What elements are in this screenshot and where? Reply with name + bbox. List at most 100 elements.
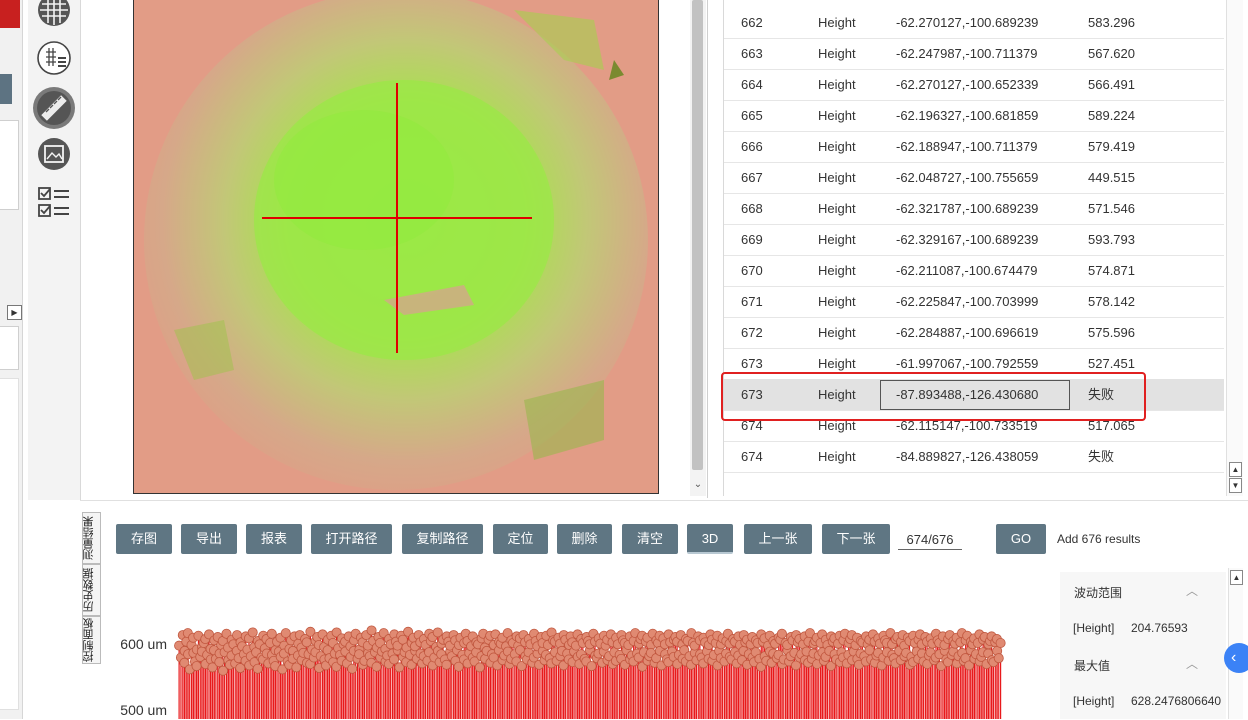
row-value: 593.793 bbox=[1088, 232, 1135, 247]
tab-history-data[interactable]: 历史数据 bbox=[82, 564, 101, 616]
row-coord: -62.188947,-100.711379 bbox=[896, 139, 1038, 154]
table-row[interactable]: 672 Height -62.284887,-100.696619 575.59… bbox=[724, 317, 1224, 349]
table-row[interactable]: 670 Height -62.211087,-100.674479 574.87… bbox=[724, 255, 1224, 287]
row-id: 663 bbox=[741, 46, 763, 61]
app-close-corner[interactable] bbox=[0, 0, 20, 28]
save-image-button[interactable]: 存图 bbox=[116, 524, 172, 554]
export-button[interactable]: 导出 bbox=[181, 524, 237, 554]
checklist-icon[interactable] bbox=[36, 185, 72, 221]
tab-control-panel[interactable]: 控制面板 bbox=[82, 616, 101, 664]
chart-marks bbox=[174, 625, 1006, 719]
tab-measure-results[interactable]: 测量结果 bbox=[82, 512, 101, 564]
grid-list-icon[interactable] bbox=[36, 40, 72, 76]
table-row[interactable]: 668 Height -62.321787,-100.689239 571.54… bbox=[724, 193, 1224, 225]
chart-point bbox=[993, 653, 1004, 664]
chart-point bbox=[776, 628, 787, 639]
row-type: Height bbox=[818, 449, 856, 464]
chart-point bbox=[191, 661, 202, 672]
view-3d-button[interactable]: 3D bbox=[687, 524, 733, 554]
max-label: 最大值 bbox=[1074, 659, 1111, 673]
next-image-button[interactable]: 下一张 bbox=[822, 524, 890, 554]
row-value: 575.596 bbox=[1088, 325, 1135, 340]
chevron-up-icon[interactable]: ︿ bbox=[1186, 582, 1198, 599]
clear-button[interactable]: 清空 bbox=[622, 524, 678, 554]
image-frame-icon[interactable] bbox=[36, 136, 72, 172]
status-text: Add 676 results bbox=[1057, 532, 1141, 546]
table-row[interactable]: 665 Height -62.196327,-100.681859 589.22… bbox=[724, 100, 1224, 132]
row-id: 667 bbox=[741, 170, 763, 185]
row-coord: -62.284887,-100.696619 bbox=[896, 325, 1039, 340]
row-type: Height bbox=[818, 108, 856, 123]
expand-arrow-icon[interactable]: ▶ bbox=[7, 305, 22, 320]
range-key: [Height] bbox=[1073, 621, 1115, 635]
collapse-side-icon[interactable]: ‹ bbox=[1224, 643, 1248, 673]
scroll-up-icon[interactable]: ▲ bbox=[1230, 570, 1243, 585]
left-collapsed-panel-3 bbox=[0, 378, 19, 710]
delete-button[interactable]: 删除 bbox=[557, 524, 612, 554]
chart-point bbox=[586, 661, 597, 672]
row-id: 674 bbox=[741, 418, 763, 433]
copy-path-button[interactable]: 复制路径 bbox=[402, 524, 483, 554]
height-map-image[interactable] bbox=[133, 0, 659, 494]
go-button[interactable]: GO bbox=[996, 524, 1046, 554]
chart-point bbox=[252, 663, 263, 674]
grid-icon[interactable] bbox=[36, 0, 72, 28]
table-row[interactable]: 674 Height -84.889827,-126.438059 失败 bbox=[724, 441, 1224, 473]
table-row[interactable]: 666 Height -62.188947,-100.711379 579.41… bbox=[724, 131, 1224, 163]
row-coord: -62.321787,-100.689239 bbox=[896, 201, 1039, 216]
open-path-button[interactable]: 打开路径 bbox=[311, 524, 392, 554]
scroll-up-icon[interactable]: ▲ bbox=[1229, 462, 1242, 477]
row-id: 670 bbox=[741, 263, 763, 278]
scroll-down-icon[interactable]: ▼ bbox=[1229, 478, 1242, 493]
row-value: 578.142 bbox=[1088, 294, 1135, 309]
left-collapsed-button[interactable] bbox=[0, 74, 12, 104]
chevron-up-icon[interactable]: ︿ bbox=[1186, 655, 1198, 672]
table-row[interactable]: 667 Height -62.048727,-100.755659 449.51… bbox=[724, 162, 1224, 194]
row-value: 失败 bbox=[1088, 449, 1115, 464]
row-type: Height bbox=[818, 232, 856, 247]
row-coord: -62.270127,-100.689239 bbox=[896, 15, 1039, 30]
row-coord: -62.115147,-100.733519 bbox=[896, 418, 1038, 433]
table-row-selected[interactable]: 673 Height -87.893488,-126.430680 失败 bbox=[724, 379, 1224, 411]
table-row[interactable]: 673 Height -61.997067,-100.792559 527.45… bbox=[724, 348, 1224, 380]
row-value: 566.491 bbox=[1088, 77, 1135, 92]
table-row[interactable]: 669 Height -62.329167,-100.689239 593.79… bbox=[724, 224, 1224, 256]
row-value: 589.224 bbox=[1088, 108, 1135, 123]
ytick-label-500: 500 um bbox=[120, 702, 167, 718]
table-row[interactable]: 663 Height -62.247987,-100.711379 567.62… bbox=[724, 38, 1224, 70]
row-coord: -62.247987,-100.711379 bbox=[896, 46, 1038, 61]
results-table: 662 Height -62.270127,-100.689239 583.29… bbox=[723, 0, 1226, 496]
previous-image-button[interactable]: 上一张 bbox=[744, 524, 812, 554]
row-value: 449.515 bbox=[1088, 170, 1135, 185]
row-id: 666 bbox=[741, 139, 763, 154]
row-type: Height bbox=[818, 263, 856, 278]
row-value: 527.451 bbox=[1088, 356, 1135, 371]
table-scrollbar[interactable]: ▲ ▼ bbox=[1226, 0, 1243, 496]
max-key: [Height] bbox=[1073, 694, 1115, 708]
row-type: Height bbox=[818, 139, 856, 154]
row-value: 失败 bbox=[1088, 387, 1115, 402]
row-coord: -62.048727,-100.755659 bbox=[896, 170, 1039, 185]
chart-point bbox=[441, 659, 452, 670]
table-row[interactable]: 671 Height -62.225847,-100.703999 578.14… bbox=[724, 286, 1224, 318]
page-indicator-input[interactable]: 674/676 bbox=[898, 531, 962, 550]
row-id: 674 bbox=[741, 449, 763, 464]
chevron-down-icon[interactable]: ⌄ bbox=[692, 478, 704, 492]
row-value: 574.871 bbox=[1088, 263, 1135, 278]
side-tabs: 测量结果 历史数据 控制面板 bbox=[82, 512, 102, 664]
chart-point bbox=[247, 627, 258, 638]
table-row[interactable]: 664 Height -62.270127,-100.652339 566.49… bbox=[724, 69, 1224, 101]
measure-ruler-icon[interactable] bbox=[32, 86, 76, 130]
locate-button[interactable]: 定位 bbox=[493, 524, 548, 554]
row-coord: -62.270127,-100.652339 bbox=[896, 77, 1039, 92]
image-scrollbar-thumb[interactable] bbox=[692, 0, 703, 470]
report-button[interactable]: 报表 bbox=[246, 524, 302, 554]
tool-column bbox=[28, 0, 81, 500]
image-scrollbar[interactable]: ⌄ bbox=[690, 0, 706, 496]
table-row[interactable]: 662 Height -62.270127,-100.689239 583.29… bbox=[724, 7, 1224, 39]
table-row[interactable]: 674 Height -62.115147,-100.733519 517.06… bbox=[724, 410, 1224, 442]
range-label: 波动范围 bbox=[1074, 586, 1123, 600]
chart-point bbox=[347, 663, 358, 674]
chart-point bbox=[214, 657, 225, 668]
stats-panel: 波动范围 ︿ [Height] 204.76593 最大值 ︿ [Height]… bbox=[1060, 572, 1226, 719]
